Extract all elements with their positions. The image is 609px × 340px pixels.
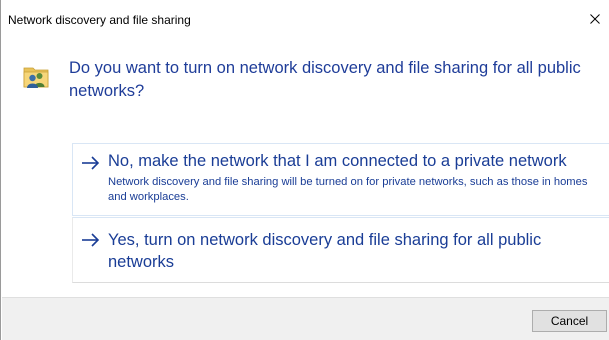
network-users-icon — [22, 62, 50, 90]
cancel-button[interactable]: Cancel — [532, 310, 607, 332]
private-network-option[interactable]: No, make the network that I am connected… — [72, 143, 609, 216]
arrow-right-icon — [81, 155, 101, 171]
public-network-option[interactable]: Yes, turn on network discovery and file … — [72, 217, 609, 283]
close-button[interactable] — [580, 4, 609, 34]
option-title: No, make the network that I am connected… — [108, 152, 567, 170]
main-instruction: Do you want to turn on network discovery… — [69, 59, 581, 100]
dialog-footer: Cancel — [2, 297, 609, 340]
network-discovery-dialog: Network discovery and file sharing Do yo… — [0, 0, 609, 340]
option-title: Yes, turn on network discovery and file … — [108, 231, 542, 271]
option-description: Network discovery and file sharing will … — [108, 176, 588, 203]
close-icon — [590, 14, 600, 24]
arrow-right-icon — [81, 232, 101, 248]
window-title: Network discovery and file sharing — [8, 13, 191, 27]
title-bar[interactable]: Network discovery and file sharing — [1, 0, 609, 38]
